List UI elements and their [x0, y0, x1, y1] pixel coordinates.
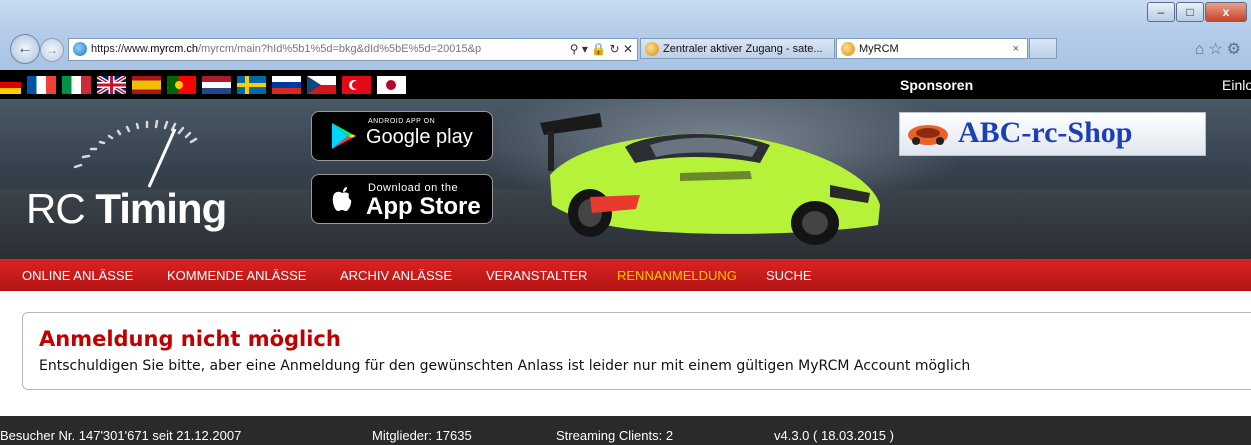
window-controls: – □ x — [1146, 2, 1247, 22]
visitor-count: Besucher Nr. 147'301'671 seit 21.12.2007 — [0, 428, 242, 443]
close-window-button[interactable]: x — [1205, 2, 1247, 22]
main-menu: ONLINE ANLÄSSE KOMMENDE ANLÄSSE ARCHIV A… — [0, 259, 1251, 291]
flag-portugal-icon[interactable] — [167, 76, 196, 94]
abc-car-icon — [908, 125, 948, 145]
stop-icon[interactable]: ✕ — [623, 42, 633, 56]
home-icon[interactable]: ⌂ — [1195, 41, 1209, 58]
flag-netherlands-icon[interactable] — [202, 76, 231, 94]
search-icon[interactable]: ⚲ — [570, 42, 579, 56]
flag-italy-icon[interactable] — [62, 76, 91, 94]
menu-online-anlaesse[interactable]: ONLINE ANLÄSSE — [22, 268, 133, 283]
version-info: v4.3.0 ( 18.03.2015 ) — [774, 428, 894, 443]
settings-gear-icon[interactable]: ⚙ — [1227, 41, 1245, 58]
ie-tab-icon — [645, 42, 659, 56]
member-count: Mitglieder: 17635 — [372, 428, 472, 443]
error-message-box: Anmeldung nicht möglich Entschuldigen Si… — [22, 312, 1251, 390]
app-store-badge[interactable]: Download on the App Store — [311, 174, 493, 224]
ie-tab-icon — [841, 42, 855, 56]
refresh-icon[interactable]: ↻ — [610, 42, 620, 56]
address-bar[interactable]: https://www.myrcm.ch/myrcm/main?hId%5b1%… — [68, 38, 638, 61]
back-button[interactable]: ← — [10, 34, 40, 64]
favorites-star-icon[interactable]: ☆ — [1208, 41, 1226, 58]
lock-icon[interactable]: 🔒 — [591, 42, 606, 56]
tab-zentraler-zugang[interactable]: Zentraler aktiver Zugang - sate... — [640, 38, 835, 59]
rc-car-image — [540, 113, 880, 245]
login-link[interactable]: Einlo — [1222, 77, 1251, 93]
forward-button[interactable]: → — [40, 38, 64, 62]
language-bar: Sponsoren Einlo — [0, 70, 1251, 99]
tab-myrcm[interactable]: MyRCM × — [836, 38, 1028, 59]
footer-bar: Besucher Nr. 147'301'671 seit 21.12.2007… — [0, 416, 1251, 445]
navigation-row: ← → https://www.myrcm.ch/myrcm/main?hId%… — [0, 34, 1251, 64]
dropdown-icon[interactable]: ▾ — [582, 42, 588, 56]
apple-icon — [332, 187, 352, 211]
menu-suche[interactable]: SUCHE — [766, 268, 812, 283]
maximize-button[interactable]: □ — [1176, 2, 1204, 22]
new-tab-button[interactable] — [1029, 38, 1057, 59]
rc-timing-gauge-icon — [73, 119, 198, 188]
menu-rennanmeldung[interactable]: RENNANMELDUNG — [617, 268, 737, 283]
abc-rc-shop-banner[interactable]: ABC-rc-Shop — [899, 112, 1206, 156]
message-text: Entschuldigen Sie bitte, aber eine Anmel… — [39, 358, 971, 374]
toolbar-icons: ⌂☆⚙ — [1195, 39, 1245, 59]
google-play-badge[interactable]: ANDROID APP ON Google play — [311, 111, 493, 161]
address-tools: ⚲ ▾ 🔒 ↻ ✕ — [570, 39, 633, 60]
menu-archiv-anlaesse[interactable]: ARCHIV ANLÄSSE — [340, 268, 452, 283]
google-play-icon — [332, 123, 356, 149]
flag-sweden-icon[interactable] — [237, 76, 266, 94]
language-flags — [0, 76, 412, 94]
flag-turkey-icon[interactable] — [342, 76, 371, 94]
flag-czech-icon[interactable] — [307, 76, 336, 94]
rc-timing-logo[interactable]: RC Timing — [26, 185, 227, 233]
flag-spain-icon[interactable] — [132, 76, 161, 94]
url-text: https://www.myrcm.ch/myrcm/main?hId%5b1%… — [91, 43, 482, 55]
flag-germany-icon[interactable] — [0, 76, 21, 94]
header-banner: RC Timing ANDROID APP ON Google play Dow… — [0, 99, 1251, 259]
streaming-clients: Streaming Clients: 2 — [556, 428, 674, 443]
menu-veranstalter[interactable]: VERANSTALTER — [486, 268, 587, 283]
flag-uk-icon[interactable] — [97, 76, 126, 94]
message-title: Anmeldung nicht möglich — [39, 327, 341, 351]
browser-chrome: – □ x ← → https://www.myrcm.ch/myrcm/mai… — [0, 0, 1251, 71]
ie-site-icon — [73, 42, 87, 56]
minimize-button[interactable]: – — [1147, 2, 1175, 22]
flag-russia-icon[interactable] — [272, 76, 301, 94]
sponsoren-link[interactable]: Sponsoren — [900, 77, 973, 93]
flag-france-icon[interactable] — [27, 76, 56, 94]
close-tab-icon[interactable]: × — [1013, 39, 1019, 58]
menu-kommende-anlaesse[interactable]: KOMMENDE ANLÄSSE — [167, 268, 306, 283]
flag-japan-icon[interactable] — [377, 76, 406, 94]
